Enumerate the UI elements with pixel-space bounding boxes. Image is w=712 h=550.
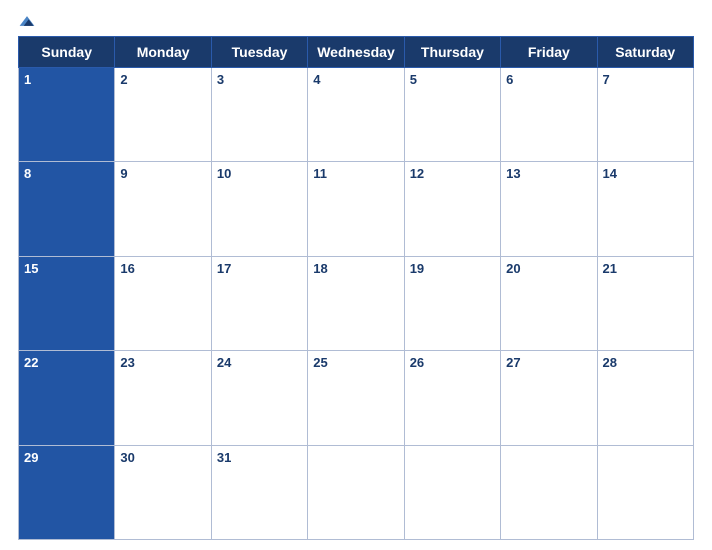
day-cell-27: 27	[501, 351, 597, 445]
empty-cell	[404, 445, 500, 539]
day-number: 12	[410, 166, 424, 181]
day-number: 27	[506, 355, 520, 370]
day-number: 10	[217, 166, 231, 181]
weekday-sunday: Sunday	[19, 37, 115, 68]
day-cell-30: 30	[115, 445, 211, 539]
day-number: 29	[24, 450, 38, 465]
day-number: 5	[410, 72, 417, 87]
weekday-saturday: Saturday	[597, 37, 693, 68]
day-cell-6: 6	[501, 68, 597, 162]
week-row-4: 22 23 24 25 26 27 28	[19, 351, 694, 445]
day-number: 7	[603, 72, 610, 87]
day-cell-13: 13	[501, 162, 597, 256]
day-number: 3	[217, 72, 224, 87]
logo-icon	[18, 14, 36, 28]
day-cell-8: 8	[19, 162, 115, 256]
day-cell-17: 17	[211, 256, 307, 350]
day-number: 13	[506, 166, 520, 181]
day-cell-31: 31	[211, 445, 307, 539]
day-cell-26: 26	[404, 351, 500, 445]
weekday-thursday: Thursday	[404, 37, 500, 68]
day-cell-3: 3	[211, 68, 307, 162]
weekday-wednesday: Wednesday	[308, 37, 404, 68]
day-cell-1: 1	[19, 68, 115, 162]
week-row-5: 29 30 31	[19, 445, 694, 539]
day-number: 11	[313, 166, 327, 181]
day-cell-2: 2	[115, 68, 211, 162]
day-cell-15: 15	[19, 256, 115, 350]
calendar-table: SundayMondayTuesdayWednesdayThursdayFrid…	[18, 36, 694, 540]
day-cell-24: 24	[211, 351, 307, 445]
day-number: 30	[120, 450, 134, 465]
day-number: 15	[24, 261, 38, 276]
day-number: 16	[120, 261, 134, 276]
day-number: 25	[313, 355, 327, 370]
day-number: 26	[410, 355, 424, 370]
day-number: 21	[603, 261, 617, 276]
day-number: 18	[313, 261, 327, 276]
empty-cell	[501, 445, 597, 539]
day-number: 22	[24, 355, 38, 370]
day-cell-28: 28	[597, 351, 693, 445]
weekday-monday: Monday	[115, 37, 211, 68]
week-row-2: 8 9 10 11 12 13 14	[19, 162, 694, 256]
weekday-header-row: SundayMondayTuesdayWednesdayThursdayFrid…	[19, 37, 694, 68]
day-number: 28	[603, 355, 617, 370]
day-number: 8	[24, 166, 31, 181]
day-cell-20: 20	[501, 256, 597, 350]
logo	[18, 14, 38, 28]
day-cell-5: 5	[404, 68, 500, 162]
day-cell-21: 21	[597, 256, 693, 350]
day-number: 20	[506, 261, 520, 276]
empty-cell	[308, 445, 404, 539]
day-number: 9	[120, 166, 127, 181]
day-number: 19	[410, 261, 424, 276]
week-row-1: 1 2 3 4 5 6 7	[19, 68, 694, 162]
day-number: 17	[217, 261, 231, 276]
day-cell-7: 7	[597, 68, 693, 162]
day-cell-14: 14	[597, 162, 693, 256]
day-cell-10: 10	[211, 162, 307, 256]
weekday-tuesday: Tuesday	[211, 37, 307, 68]
day-cell-12: 12	[404, 162, 500, 256]
weekday-friday: Friday	[501, 37, 597, 68]
day-cell-16: 16	[115, 256, 211, 350]
day-cell-23: 23	[115, 351, 211, 445]
day-cell-22: 22	[19, 351, 115, 445]
day-cell-19: 19	[404, 256, 500, 350]
day-number: 2	[120, 72, 127, 87]
day-number: 6	[506, 72, 513, 87]
week-row-3: 15 16 17 18 19 20 21	[19, 256, 694, 350]
day-cell-9: 9	[115, 162, 211, 256]
calendar-header	[18, 10, 694, 32]
day-cell-18: 18	[308, 256, 404, 350]
day-cell-4: 4	[308, 68, 404, 162]
empty-cell	[597, 445, 693, 539]
day-cell-11: 11	[308, 162, 404, 256]
day-cell-25: 25	[308, 351, 404, 445]
day-number: 1	[24, 72, 31, 87]
day-number: 23	[120, 355, 134, 370]
day-number: 31	[217, 450, 231, 465]
day-number: 14	[603, 166, 617, 181]
day-cell-29: 29	[19, 445, 115, 539]
day-number: 4	[313, 72, 320, 87]
day-number: 24	[217, 355, 231, 370]
